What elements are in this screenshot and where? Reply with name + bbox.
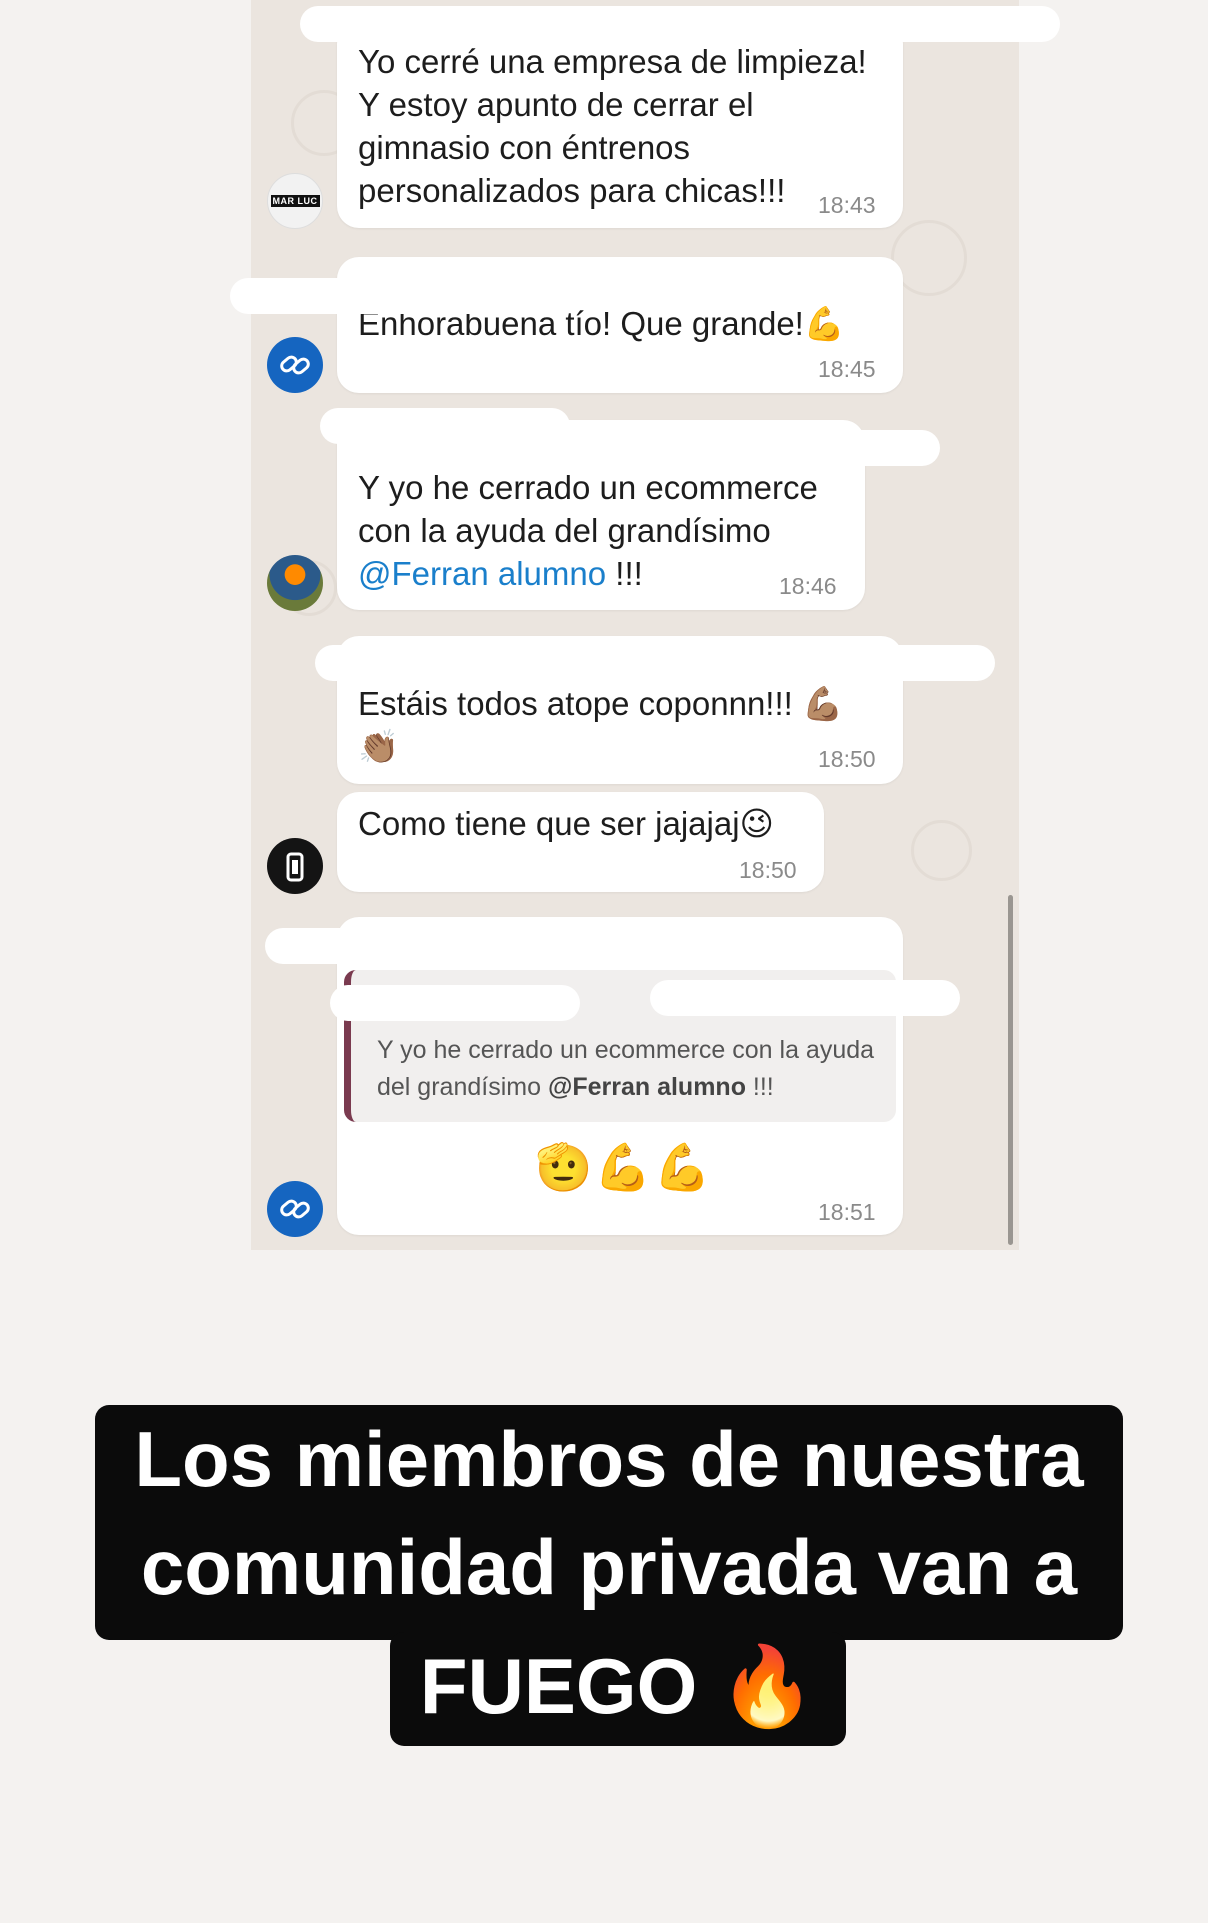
redacted-sender-name [330,985,580,1021]
avatar[interactable] [267,838,323,894]
message-text-part: !!! [606,555,643,592]
avatar[interactable] [267,337,323,393]
link-icon [280,355,310,375]
message-time: 18:46 [779,573,837,599]
caption-line: Los miembros de nuestra [134,1415,1084,1503]
caption-block: Los miembros de nuestra comunidad privad… [95,1405,1123,1640]
message-text-part: Y yo he cerrado un ecommerce con la ayud… [358,469,818,549]
brand-logo: MAR LUC [270,195,320,207]
caption-line: FUEGO 🔥 [419,1642,817,1730]
message-text: Yo cerré una empresa de limpieza! Y esto… [358,43,867,209]
message-time: 18:51 [818,1199,876,1225]
message-time: 18:50 [739,857,797,883]
message-text: Y yo he cerrado un ecommerce con la ayud… [358,466,818,595]
person-icon [286,852,304,882]
message-time: 18:50 [818,746,876,772]
redacted-sender-name [320,408,570,444]
redacted-sender-name [650,980,960,1016]
caption-line: comunidad privada van a [140,1523,1078,1611]
avatar[interactable]: MAR LUC [267,173,323,229]
wallpaper-doodle [911,820,972,881]
message-text: Como tiene que ser jajajaj😉 [358,805,774,842]
scrollbar[interactable] [1008,895,1013,1245]
avatar[interactable] [267,555,323,611]
quoted-mention: @Ferran alumno [547,1073,746,1101]
mention-link[interactable]: @Ferran alumno [358,555,606,592]
redacted-sender-name [300,6,1060,42]
quoted-text: Y yo he cerrado un ecommerce con la ayud… [377,1032,887,1106]
message-text: Estáis todos atope coponnn!!! 💪🏽 👏🏽 [358,685,844,765]
link-icon [280,1199,310,1219]
caption-block: FUEGO 🔥 [390,1632,846,1746]
redacted-sender-name [720,430,940,466]
message-time: 18:45 [818,356,876,382]
emoji-reaction-text: 🫡💪💪 [535,1141,713,1193]
redacted-sender-name [230,278,570,314]
avatar[interactable] [267,1181,323,1237]
quoted-text-part: !!! [745,1073,774,1101]
message-time: 18:43 [818,192,876,218]
redacted-sender-name [265,928,705,964]
redacted-sender-name [315,645,995,681]
